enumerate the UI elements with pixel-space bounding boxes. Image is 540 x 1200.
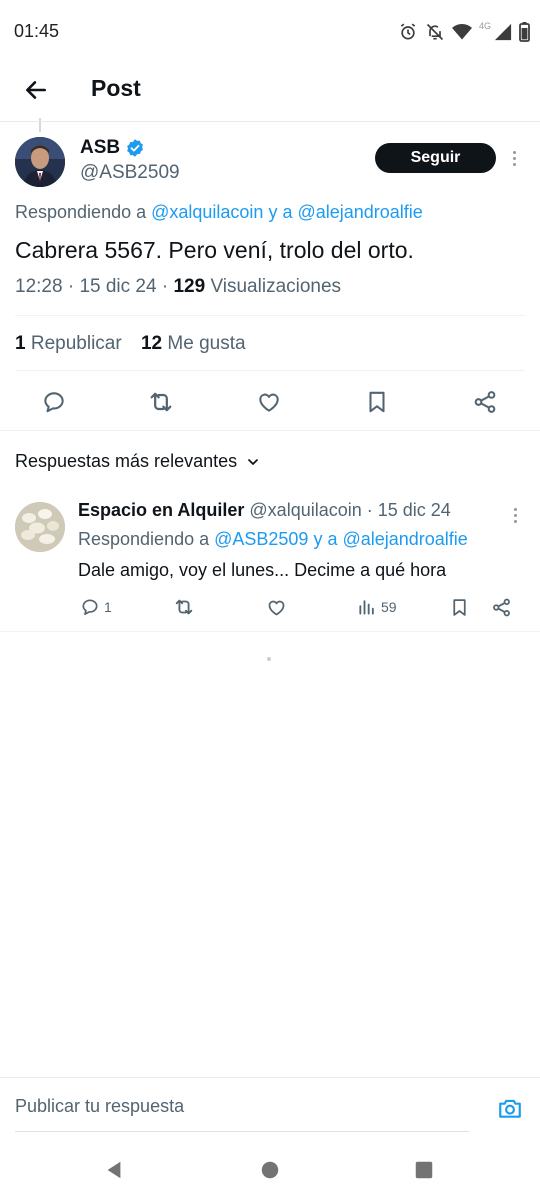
alarm-icon <box>400 23 416 40</box>
post-action-bar <box>0 384 540 420</box>
comment-button[interactable] <box>40 388 68 416</box>
views-count: 129 <box>173 276 206 297</box>
comment-icon <box>44 392 64 413</box>
reply-replying-to: Respondiendo a @ASB2509 y a @alejandroal… <box>78 529 468 550</box>
reply-views-count: 59 <box>381 599 397 615</box>
likes-label: Me gusta <box>167 333 246 354</box>
reply-comment-button[interactable]: 1 <box>80 594 112 620</box>
like-button[interactable] <box>255 388 283 416</box>
wifi-icon <box>451 24 472 40</box>
comment-icon <box>82 599 98 615</box>
reply-repost-button[interactable] <box>173 594 195 620</box>
share-button[interactable] <box>471 388 499 416</box>
reply-composer <box>0 1077 540 1133</box>
reply-input[interactable] <box>15 1086 475 1126</box>
nav-home-button[interactable] <box>256 1156 284 1184</box>
bookmark-icon <box>369 391 385 413</box>
reply-avatar-image <box>15 502 65 552</box>
post-replying-to: Respondiendo a @xalquilacoin y a @alejan… <box>15 202 423 223</box>
sort-label: Respuestas más relevantes <box>15 451 238 471</box>
reply-views-button[interactable]: 59 <box>357 594 397 620</box>
author-avatar[interactable] <box>15 137 65 187</box>
camera-icon <box>499 1099 521 1118</box>
follow-button[interactable]: Seguir <box>375 143 496 173</box>
reply-date: 15 dic 24 <box>377 500 451 520</box>
signal-icon <box>494 23 512 41</box>
reply-bookmark-button[interactable] <box>449 594 470 620</box>
author-handle[interactable]: @ASB2509 <box>80 162 180 184</box>
nav-home-icon <box>261 1161 279 1179</box>
back-button[interactable] <box>20 74 52 106</box>
like-icon <box>259 393 279 412</box>
likes-stat[interactable]: 12 Me gusta <box>141 333 246 354</box>
replying-to-links[interactable]: @xalquilacoin y a @alejandroalfie <box>151 202 423 222</box>
post-text: Cabrera 5567. Pero vení, trolo del orto. <box>15 237 414 263</box>
replying-prefix: Respondiendo a <box>15 202 152 222</box>
chevron-down-icon <box>248 458 258 465</box>
more-icon[interactable] <box>507 146 521 170</box>
bookmark-button[interactable] <box>363 388 391 416</box>
notifications-off-icon <box>426 23 444 41</box>
system-navigation-bar <box>0 1140 540 1200</box>
reply-like-button[interactable] <box>266 594 287 620</box>
bookmark-icon <box>453 598 466 616</box>
status-time: 01:45 <box>14 21 60 41</box>
replying-prefix: Respondiendo a <box>78 529 215 549</box>
divider <box>0 631 540 632</box>
nav-recents-button[interactable] <box>410 1156 438 1184</box>
likes-count: 12 <box>140 333 163 354</box>
reposts-label: Republicar <box>30 333 122 354</box>
post-time: 12:28 <box>15 276 63 297</box>
reply-text: Dale amigo, voy el lunes... Decime a qué… <box>78 560 447 580</box>
network-type: 4G <box>478 21 491 31</box>
battery-icon <box>519 22 530 42</box>
replying-to-links[interactable]: @ASB2509 y a @alejandroalfie <box>214 529 468 549</box>
status-icons: 4G <box>398 20 530 44</box>
replies-sort-selector[interactable]: Respuestas más relevantes <box>15 451 261 472</box>
author-name[interactable]: ASB <box>80 137 120 159</box>
input-underline <box>15 1131 469 1132</box>
camera-button[interactable] <box>496 1094 524 1122</box>
header-divider <box>0 121 540 122</box>
reply-avatar[interactable] <box>15 502 65 552</box>
nav-back-button[interactable] <box>100 1156 128 1184</box>
reposts-count: 1 <box>15 333 26 354</box>
page-title: Post <box>91 75 141 101</box>
repost-button[interactable] <box>147 388 175 416</box>
like-icon <box>268 600 285 615</box>
reposts-stat[interactable]: 1 Republicar <box>15 333 122 354</box>
divider <box>15 370 525 371</box>
reply-share-button[interactable] <box>491 594 512 620</box>
engagement-counts: 1 Republicar 12 Me gusta <box>15 333 246 355</box>
post-date: 15 dic 24 <box>79 276 157 297</box>
nav-back-icon <box>107 1161 121 1179</box>
status-bar: 01:45 4G <box>0 0 540 62</box>
reply-comments-count: 1 <box>104 599 112 615</box>
avatar-image <box>15 137 65 187</box>
reply-action-bar: 1 59 <box>0 594 540 620</box>
divider <box>15 315 525 316</box>
share-icon <box>493 598 510 616</box>
views-label[interactable]: Visualizaciones <box>210 276 341 297</box>
reply-author-handle[interactable]: @xalquilacoin <box>249 500 361 520</box>
nav-recents-icon <box>415 1161 433 1179</box>
views-icon <box>359 600 374 615</box>
reply-header: Espacio en Alquiler @xalquilacoin · 15 d… <box>78 500 451 520</box>
divider <box>0 430 540 431</box>
repost-icon <box>150 392 172 412</box>
app-header: Post <box>0 62 540 118</box>
loading-indicator <box>267 657 271 661</box>
share-icon <box>474 391 496 413</box>
post-meta: 12:28 · 15 dic 24 · 129 Visualizaciones <box>15 276 342 297</box>
reply-more-icon[interactable] <box>508 503 522 527</box>
verified-icon <box>127 139 143 157</box>
back-arrow-icon <box>26 81 46 99</box>
reply-author-name[interactable]: Espacio en Alquiler <box>78 500 244 520</box>
repost-icon <box>175 599 193 615</box>
